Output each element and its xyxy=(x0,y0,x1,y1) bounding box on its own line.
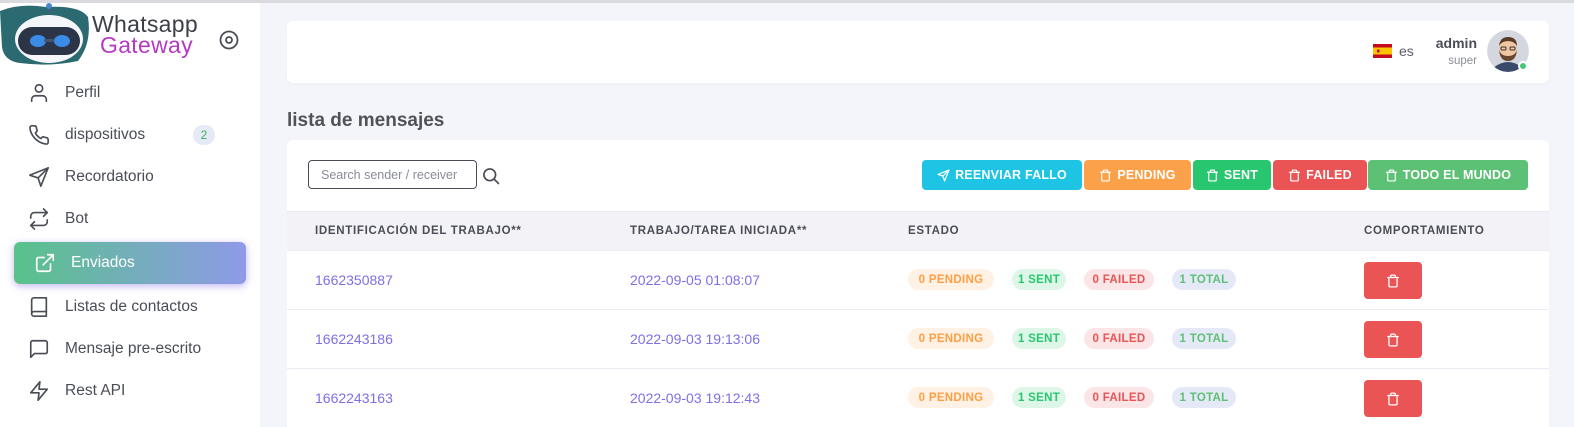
sent-count-badge: 1 SENT xyxy=(1012,387,1066,408)
pending-count-badge: 0 PENDING xyxy=(908,269,994,290)
sidebar-item-label: Bot xyxy=(65,210,89,227)
send-icon xyxy=(937,168,950,182)
delete-button[interactable] xyxy=(1364,321,1422,358)
failed-count-badge: 0 FAILED xyxy=(1084,387,1154,408)
total-count-badge: 1 TOTAL xyxy=(1172,269,1236,290)
total-count-badge: 1 TOTAL xyxy=(1172,328,1236,349)
search-input[interactable] xyxy=(308,160,477,189)
sidebar-item-enviados[interactable]: Enviados xyxy=(14,242,246,284)
external-link-icon xyxy=(34,252,56,274)
robot-logo-icon xyxy=(0,3,89,65)
table-row: 1662350887 2022-09-05 01:08:07 0 PENDING… xyxy=(287,251,1549,310)
online-status-dot xyxy=(1518,61,1528,71)
language-selector[interactable]: es xyxy=(1373,43,1414,59)
sidebar-item-label: dispositivos xyxy=(65,126,146,143)
job-started-link[interactable]: 2022-09-05 01:08:07 xyxy=(630,272,760,288)
trash-icon xyxy=(1387,392,1399,405)
failed-count-badge: 0 FAILED xyxy=(1084,328,1154,349)
job-started-link[interactable]: 2022-09-03 19:13:06 xyxy=(630,331,760,347)
job-id-link[interactable]: 1662243186 xyxy=(315,331,393,347)
sidebar-item-label: Mensaje pre-escrito xyxy=(65,340,202,357)
zap-icon xyxy=(28,380,50,402)
resend-failed-button[interactable]: REENVIAR FALLO xyxy=(922,160,1082,190)
message-square-icon xyxy=(28,338,50,360)
search-icon[interactable] xyxy=(481,166,501,186)
pending-count-badge: 0 PENDING xyxy=(908,387,994,408)
button-label: PENDING xyxy=(1117,168,1176,182)
sidebar-item-label: Enviados xyxy=(71,254,135,271)
spain-flag-icon xyxy=(1373,44,1392,58)
delete-button[interactable] xyxy=(1364,262,1422,299)
trash-icon xyxy=(1206,168,1218,182)
top-navbar: es admin super xyxy=(287,21,1549,83)
total-count-badge: 1 TOTAL xyxy=(1172,387,1236,408)
column-header-started[interactable]: TRABAJO/TAREA INICIADA** xyxy=(630,225,807,237)
column-header-actions: COMPORTAMIENTO xyxy=(1364,225,1485,237)
user-role: super xyxy=(1448,55,1477,67)
user-name: admin xyxy=(1435,35,1477,51)
sidebar-item-label: Recordatorio xyxy=(65,168,154,185)
sidebar-item-bot[interactable]: Bot xyxy=(14,198,246,240)
job-started-link[interactable]: 2022-09-03 19:12:43 xyxy=(630,390,760,406)
sidebar-nav: Perfil dispositivos 2 Recordatorio Bot E… xyxy=(14,72,246,412)
filter-failed-button[interactable]: FAILED xyxy=(1273,160,1367,190)
repeat-icon xyxy=(28,208,50,230)
sidebar-item-label: Listas de contactos xyxy=(65,298,198,315)
filter-sent-button[interactable]: SENT xyxy=(1193,160,1271,190)
device-count-badge: 2 xyxy=(193,125,215,145)
language-label: es xyxy=(1399,43,1414,59)
send-icon xyxy=(28,166,50,188)
filter-pending-button[interactable]: PENDING xyxy=(1084,160,1191,190)
trash-icon xyxy=(1100,168,1112,182)
trash-icon xyxy=(1289,168,1301,182)
sidebar-item-perfil[interactable]: Perfil xyxy=(14,72,246,114)
brand[interactable]: Whatsapp Gateway xyxy=(0,3,260,65)
messages-card: REENVIAR FALLO PENDING SENT FAILED TODO … xyxy=(287,140,1549,427)
button-label: REENVIAR FALLO xyxy=(955,168,1067,182)
sidebar-item-label: Rest API xyxy=(65,382,126,399)
table-row: 1662243163 2022-09-03 19:12:43 0 PENDING… xyxy=(287,369,1549,427)
sidebar: Whatsapp Gateway Perfil dispositivos 2 R… xyxy=(0,3,260,427)
phone-icon xyxy=(28,124,50,146)
sent-count-badge: 1 SENT xyxy=(1012,269,1066,290)
filter-all-button[interactable]: TODO EL MUNDO xyxy=(1368,160,1528,190)
trash-icon xyxy=(1385,168,1397,182)
book-icon xyxy=(28,296,50,318)
job-id-link[interactable]: 1662350887 xyxy=(315,272,393,288)
column-header-job-id[interactable]: IDENTIFICACIÓN DEL TRABAJO** xyxy=(315,225,522,237)
brand-name-line2: Gateway xyxy=(100,32,193,58)
sidebar-item-recordatorio[interactable]: Recordatorio xyxy=(14,156,246,198)
table-header: IDENTIFICACIÓN DEL TRABAJO** TRABAJO/TAR… xyxy=(287,211,1549,251)
user-icon xyxy=(28,82,50,104)
sidebar-item-label: Perfil xyxy=(65,84,101,101)
trash-icon xyxy=(1387,274,1399,287)
column-header-status: ESTADO xyxy=(908,225,960,237)
sent-count-badge: 1 SENT xyxy=(1012,328,1066,349)
page-title: lista de mensajes xyxy=(287,110,445,131)
user-info[interactable]: admin super xyxy=(1425,35,1477,67)
failed-count-badge: 0 FAILED xyxy=(1084,269,1154,290)
sidebar-item-listas-de-contactos[interactable]: Listas de contactos xyxy=(14,286,246,328)
button-label: FAILED xyxy=(1306,168,1352,182)
sidebar-toggle-icon[interactable] xyxy=(218,29,240,51)
button-label: SENT xyxy=(1223,168,1259,182)
pending-count-badge: 0 PENDING xyxy=(908,328,994,349)
sidebar-item-mensaje-pre-escrito[interactable]: Mensaje pre-escrito xyxy=(14,328,246,370)
sidebar-item-rest-api[interactable]: Rest API xyxy=(14,370,246,412)
job-id-link[interactable]: 1662243163 xyxy=(315,390,393,406)
table-row: 1662243186 2022-09-03 19:13:06 0 PENDING… xyxy=(287,310,1549,369)
sidebar-item-dispositivos[interactable]: dispositivos 2 xyxy=(14,114,246,156)
button-label: TODO EL MUNDO xyxy=(1402,168,1512,182)
trash-icon xyxy=(1387,333,1399,346)
delete-button[interactable] xyxy=(1364,380,1422,417)
